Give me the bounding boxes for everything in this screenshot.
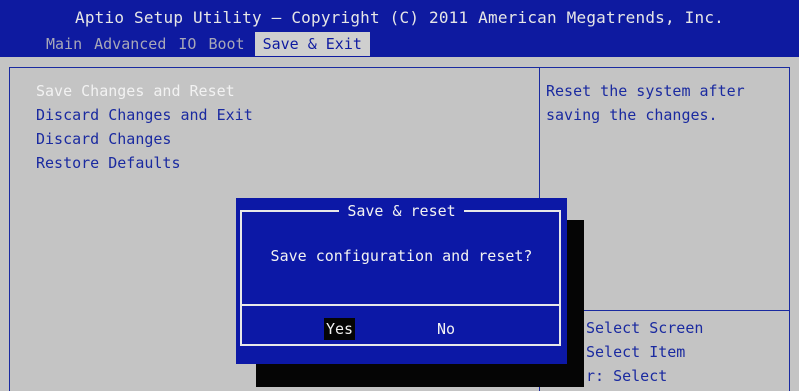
menu-item-discard-changes-exit[interactable]: Discard Changes and Exit	[36, 103, 253, 127]
dialog-frame	[240, 210, 561, 346]
title-bar: Aptio Setup Utility – Copyright (C) 2011…	[0, 0, 799, 57]
tab-io[interactable]: IO	[172, 33, 202, 55]
tab-main[interactable]: Main	[40, 33, 88, 55]
tab-bar: Main Advanced IO Boot Save & Exit	[40, 32, 370, 56]
app-title: Aptio Setup Utility – Copyright (C) 2011…	[75, 8, 724, 27]
tab-save-exit[interactable]: Save & Exit	[254, 32, 370, 56]
dialog-message: Save configuration and reset?	[270, 247, 533, 265]
tab-advanced[interactable]: Advanced	[88, 33, 172, 55]
menu-item-restore-defaults[interactable]: Restore Defaults	[36, 151, 253, 175]
dialog-title: Save & reset	[339, 200, 464, 222]
save-exit-menu: Save Changes and Reset Discard Changes a…	[36, 79, 253, 175]
help-text: Reset the system after saving the change…	[546, 82, 745, 124]
key-legend-line: r: Select	[586, 367, 668, 385]
save-reset-dialog: Save & reset Save configuration and rese…	[236, 198, 567, 364]
tab-boot[interactable]: Boot	[202, 33, 250, 55]
key-legend: Select Screen Select Item r: Select	[586, 316, 703, 388]
dialog-separator	[240, 304, 561, 306]
dialog-title-wrap: Save & reset	[236, 200, 567, 222]
menu-item-discard-changes[interactable]: Discard Changes	[36, 127, 253, 151]
no-button[interactable]: No	[435, 318, 457, 340]
menu-item-save-changes-reset[interactable]: Save Changes and Reset	[36, 79, 253, 103]
yes-button[interactable]: Yes	[324, 318, 356, 340]
key-legend-line: Select Screen	[586, 319, 704, 337]
key-legend-line: Select Item	[586, 343, 686, 361]
